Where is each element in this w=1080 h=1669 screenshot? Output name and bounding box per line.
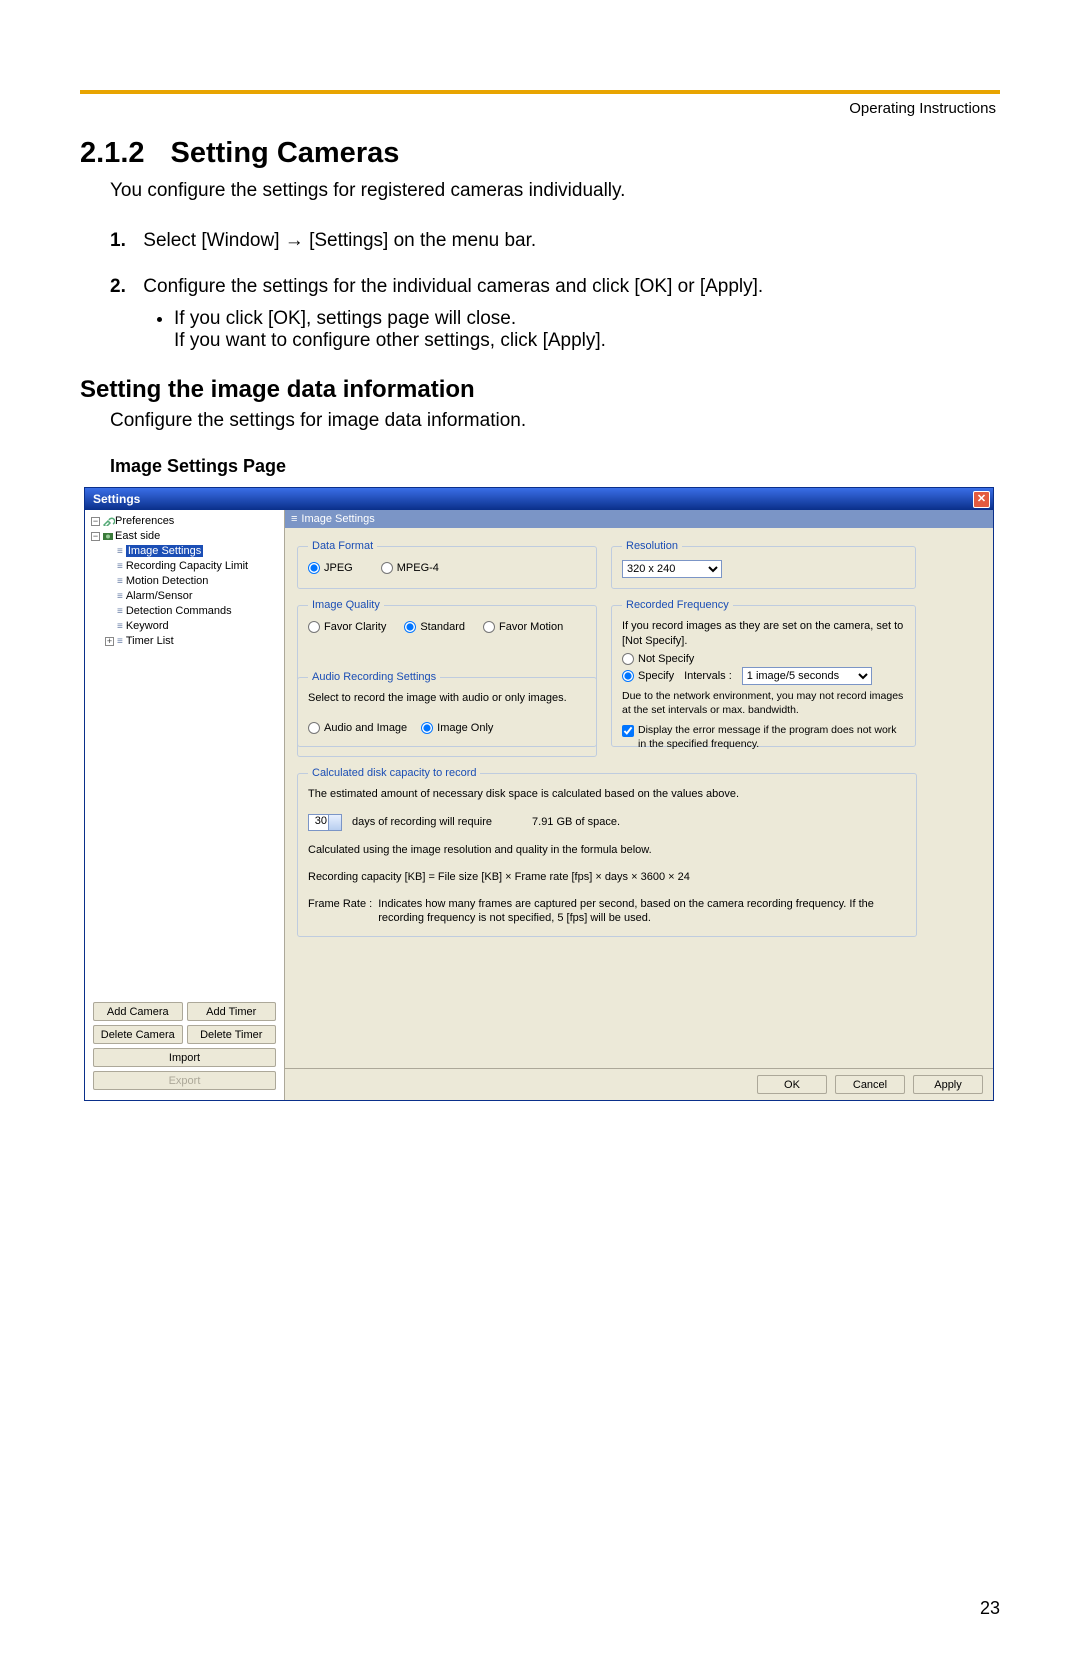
delete-camera-button[interactable]: Delete Camera — [93, 1025, 183, 1044]
list-icon — [117, 620, 126, 632]
tree-image-settings[interactable]: Image Settings — [87, 544, 282, 559]
step-2: 2. Configure the settings for the indivi… — [110, 276, 1000, 352]
group-resolution: Resolution 320 x 240 — [611, 540, 916, 589]
tree-camera[interactable]: − East side — [87, 529, 282, 544]
freq-warn: Due to the network environment, you may … — [622, 689, 905, 717]
group-recorded-frequency: Recorded Frequency If you record images … — [611, 599, 916, 747]
page-number: 23 — [980, 1598, 1000, 1619]
step-1: 1. Select [Window] → [Settings] on the m… — [110, 230, 1000, 252]
subsection-title: Setting the image data information — [80, 376, 1000, 404]
apply-button[interactable]: Apply — [913, 1075, 983, 1094]
collapse-icon[interactable]: − — [91, 517, 100, 526]
tree-keyword[interactable]: Keyword — [87, 619, 282, 634]
section-intro: You configure the settings for registere… — [110, 180, 1000, 202]
calc-formula: Recording capacity [KB] = File size [KB]… — [308, 870, 906, 885]
list-icon — [117, 560, 126, 572]
audio-hint: Select to record the image with audio or… — [308, 691, 586, 706]
freq-note: If you record images as they are set on … — [622, 619, 905, 649]
titlebar[interactable]: Settings ✕ — [85, 488, 993, 510]
days-stepper[interactable]: 30 — [308, 814, 342, 831]
tree-motion-detection[interactable]: Motion Detection — [87, 574, 282, 589]
list-icon — [117, 605, 126, 617]
header-label: Operating Instructions — [80, 100, 1000, 117]
radio-mpeg4[interactable]: MPEG-4 — [381, 562, 439, 574]
list-icon — [117, 575, 126, 587]
step-2-bullet: If you click [OK], settings page will cl… — [174, 308, 1000, 352]
dialog-title: Settings — [93, 492, 140, 506]
list-icon — [117, 635, 126, 647]
radio-not-specify[interactable]: Not Specify — [622, 653, 905, 665]
cancel-button[interactable]: Cancel — [835, 1075, 905, 1094]
list-icon — [117, 545, 126, 557]
section-title: 2.1.2Setting Cameras — [80, 137, 1000, 170]
days-text: days of recording will require — [352, 816, 492, 828]
group-audio: Audio Recording Settings Select to recor… — [297, 671, 597, 757]
camera-icon — [103, 531, 115, 541]
ok-button[interactable]: OK — [757, 1075, 827, 1094]
check-display-error[interactable]: Display the error message if the program… — [622, 723, 905, 751]
figure-label: Image Settings Page — [110, 456, 1000, 477]
radio-specify[interactable]: Specify — [622, 670, 674, 682]
add-camera-button[interactable]: Add Camera — [93, 1002, 183, 1021]
tree-detection-commands[interactable]: Detection Commands — [87, 604, 282, 619]
list-icon — [117, 590, 126, 602]
intervals-label: Intervals : — [684, 670, 732, 682]
radio-jpeg[interactable]: JPEG — [308, 562, 353, 574]
radio-favor-motion[interactable]: Favor Motion — [483, 621, 563, 633]
calc-line1: The estimated amount of necessary disk s… — [308, 787, 906, 802]
collapse-icon[interactable]: − — [91, 532, 100, 541]
resolution-select[interactable]: 320 x 240 — [622, 560, 722, 578]
space-value: 7.91 GB of space. — [532, 816, 620, 828]
tree-recording-capacity[interactable]: Recording Capacity Limit — [87, 559, 282, 574]
close-icon[interactable]: ✕ — [973, 491, 990, 508]
tree-alarm-sensor[interactable]: Alarm/Sensor — [87, 589, 282, 604]
group-calc-capacity: Calculated disk capacity to record The e… — [297, 767, 917, 937]
add-timer-button[interactable]: Add Timer — [187, 1002, 277, 1021]
expand-icon[interactable]: + — [105, 637, 114, 646]
frame-rate-label: Frame Rate : — [308, 897, 372, 927]
delete-timer-button[interactable]: Delete Timer — [187, 1025, 277, 1044]
arrow-icon: → — [285, 230, 309, 251]
import-button[interactable]: Import — [93, 1048, 276, 1067]
panel-title: Image Settings — [285, 510, 993, 528]
radio-image-only[interactable]: Image Only — [421, 722, 493, 734]
wrench-icon — [103, 516, 115, 526]
subsection-intro: Configure the settings for image data in… — [110, 410, 1000, 432]
radio-audio-image[interactable]: Audio and Image — [308, 722, 407, 734]
frame-rate-text: Indicates how many frames are captured p… — [378, 897, 906, 927]
tree-preferences[interactable]: − Preferences — [87, 514, 282, 529]
export-button[interactable]: Export — [93, 1071, 276, 1090]
settings-dialog: Settings ✕ − Preferences − East side — [84, 487, 994, 1101]
intervals-select[interactable]: 1 image/5 seconds — [742, 667, 872, 685]
calc-line3: Calculated using the image resolution an… — [308, 843, 906, 858]
radio-standard[interactable]: Standard — [404, 621, 465, 633]
tree-sidebar: − Preferences − East side Image Settings — [85, 510, 285, 1100]
group-data-format: Data Format JPEG MPEG-4 — [297, 540, 597, 589]
tree-timer-list[interactable]: + Timer List — [87, 634, 282, 649]
radio-favor-clarity[interactable]: Favor Clarity — [308, 621, 386, 633]
